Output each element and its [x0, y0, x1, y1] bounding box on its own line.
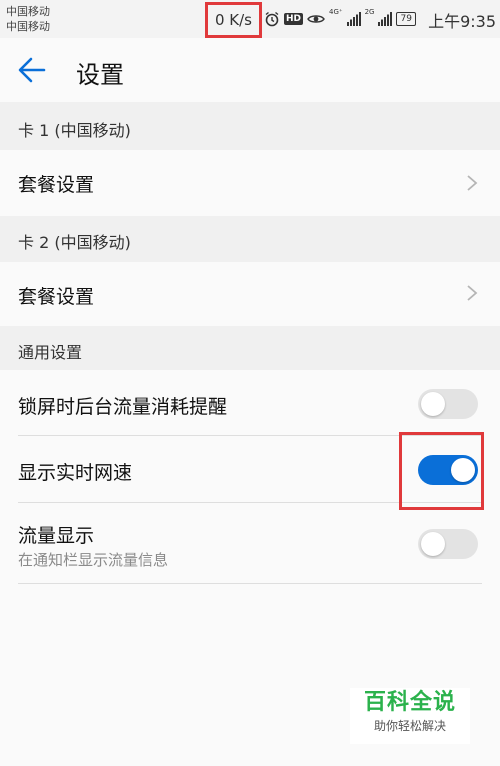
signal-2-tag: 2G [364, 8, 375, 16]
status-bar: 中国移动 中国移动 0 K/s HD 4G⁺ 2G 79 上午9:35 [0, 0, 500, 38]
battery-icon: 79 [396, 12, 416, 26]
chevron-right-icon [467, 285, 478, 301]
section-header-general: 通用设置 [0, 326, 500, 370]
app-bar: 设置 [0, 38, 500, 102]
row-subtitle: 在通知栏显示流量信息 [18, 551, 169, 569]
row-card1-package-settings[interactable]: 套餐设置 [0, 150, 500, 216]
signal-1-icon [346, 12, 361, 26]
carrier-labels: 中国移动 中国移动 [6, 4, 50, 34]
watermark-subtitle: 助你轻松解决 [373, 719, 446, 733]
lockscreen-alert-toggle[interactable] [418, 389, 478, 419]
row-label: 锁屏时后台流量消耗提醒 [18, 396, 228, 418]
arrow-left-icon [18, 57, 46, 83]
back-button[interactable] [16, 56, 48, 84]
row-traffic-display: 流量显示 在通知栏显示流量信息 [0, 503, 500, 584]
toggle-knob [421, 392, 445, 416]
section-header-card1: 卡 1 (中国移动) [0, 102, 500, 150]
net-speed-indicator: 0 K/s [205, 2, 262, 38]
watermark-logo: 百科全说 助你轻松解决 [350, 688, 470, 744]
chevron-right-icon [467, 175, 478, 191]
row-lockscreen-traffic-alert: 锁屏时后台流量消耗提醒 [0, 370, 500, 436]
hd-voice-icon: HD [284, 13, 304, 25]
signal-1-tag: 4G⁺ [329, 8, 343, 16]
annotation-highlight-box [399, 432, 484, 510]
watermark-title: 百科全说 [363, 690, 456, 715]
traffic-display-toggle[interactable] [418, 529, 478, 559]
row-label: 套餐设置 [18, 286, 95, 308]
status-icons: HD 4G⁺ 2G 79 [264, 9, 416, 29]
page-title: 设置 [76, 61, 124, 89]
alarm-icon [264, 11, 280, 27]
carrier-2: 中国移动 [6, 20, 50, 33]
carrier-1: 中国移动 [6, 5, 50, 18]
section-header-card2: 卡 2 (中国移动) [0, 216, 500, 262]
status-time: 上午9:35 [428, 12, 496, 31]
row-label: 显示实时网速 [18, 462, 133, 484]
row-card2-package-settings[interactable]: 套餐设置 [0, 262, 500, 326]
row-label: 流量显示 [18, 525, 95, 547]
toggle-knob [421, 532, 445, 556]
signal-2-icon [378, 12, 393, 26]
row-label: 套餐设置 [18, 174, 95, 196]
eye-comfort-icon [307, 12, 325, 26]
divider [18, 583, 482, 584]
